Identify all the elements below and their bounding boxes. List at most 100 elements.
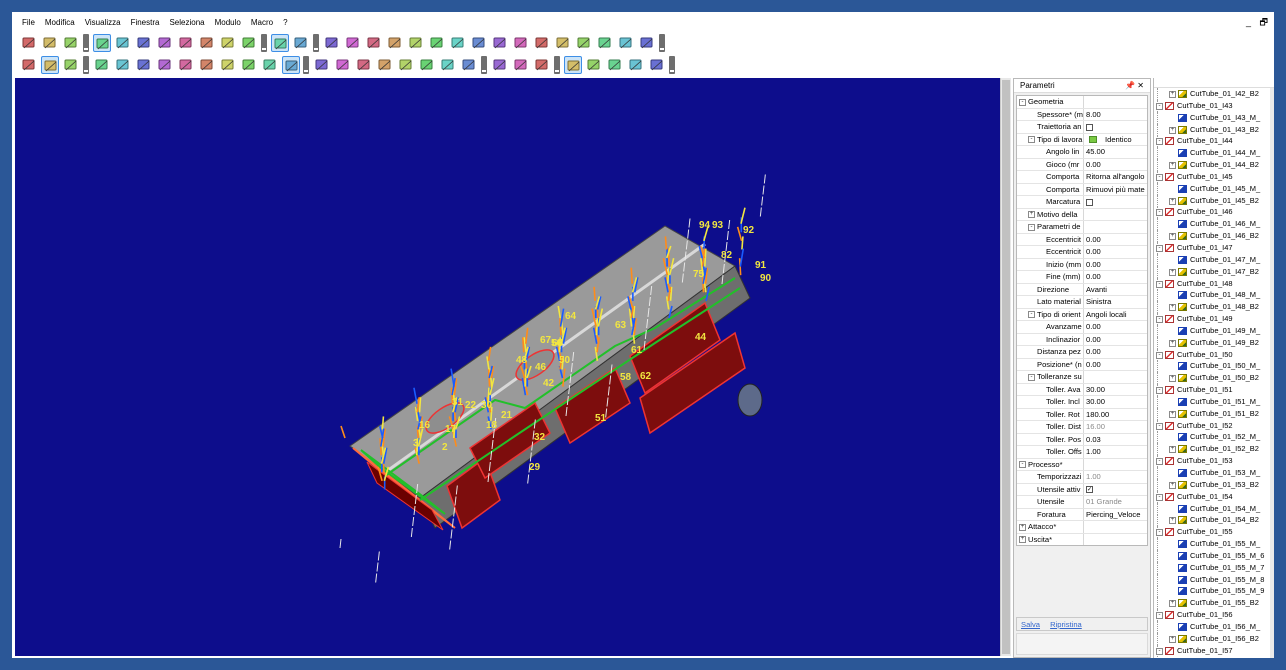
tree-node[interactable]: CutTube_01_I49_M_ — [1154, 324, 1274, 337]
eraser-icon[interactable] — [292, 34, 310, 52]
property-value[interactable]: 30.00 — [1084, 396, 1147, 408]
collapse-icon[interactable]: - — [1028, 311, 1035, 318]
property-row[interactable]: - Parametri de — [1017, 221, 1147, 234]
collapse-icon[interactable]: - — [1019, 98, 1026, 106]
toolbar-grip[interactable] — [83, 34, 89, 52]
save-link[interactable]: Salva — [1021, 620, 1040, 629]
toolbar-grip[interactable] — [659, 34, 665, 52]
tree-node[interactable]: CutTube_01_I48_M_ — [1154, 289, 1274, 302]
property-value[interactable]: Rimuovi più mate — [1084, 184, 1147, 196]
tree-node[interactable]: - CutTube_01_I50 — [1154, 348, 1274, 361]
property-value[interactable] — [1084, 521, 1147, 533]
property-value[interactable] — [1084, 534, 1147, 546]
save-icon[interactable] — [62, 34, 80, 52]
toolbar-grip[interactable] — [261, 34, 267, 52]
expand-icon[interactable]: + — [1169, 304, 1176, 312]
tree-node[interactable]: CutTube_01_I51_M_ — [1154, 395, 1274, 408]
mode-icon[interactable] — [20, 56, 38, 74]
render-icon[interactable] — [617, 34, 635, 52]
pin-close-icons[interactable]: 📌 ✕ — [1125, 81, 1144, 90]
bulb-1-icon[interactable] — [491, 56, 509, 74]
property-row[interactable]: Temporizzazi 1.00 — [1017, 471, 1147, 484]
view-back-icon[interactable] — [449, 34, 467, 52]
tree-node[interactable]: - CutTube_01_I45 — [1154, 170, 1274, 183]
property-value[interactable] — [1084, 459, 1147, 471]
tree-node[interactable]: - CutTube_01_I57 — [1154, 644, 1274, 657]
tree-node[interactable]: + CutTube_01_I54_B2 — [1154, 514, 1274, 527]
tree-node[interactable]: - CutTube_01_I44 — [1154, 135, 1274, 148]
collapse-icon[interactable]: - — [1156, 493, 1163, 501]
bulb-active-2-icon[interactable] — [585, 56, 603, 74]
property-value[interactable]: 16.00 — [1084, 421, 1147, 433]
property-row[interactable]: Direzione Avanti — [1017, 283, 1147, 296]
scrollbar-thumb[interactable] — [1002, 80, 1010, 654]
property-row[interactable]: - Tipo di lavora Identico — [1017, 133, 1147, 146]
bulb-active-4-icon[interactable] — [627, 56, 645, 74]
sort-icon[interactable] — [240, 56, 258, 74]
property-value[interactable] — [1084, 121, 1147, 133]
view-right-icon[interactable] — [491, 34, 509, 52]
restore-button[interactable]: 🗗 — [1260, 17, 1268, 27]
cut-icon[interactable] — [135, 56, 153, 74]
tree-node[interactable]: CutTube_01_I55_M_6 — [1154, 549, 1274, 562]
collapse-icon[interactable]: - — [1156, 422, 1163, 430]
bulb-active-3-icon[interactable] — [606, 56, 624, 74]
toolbar-grip[interactable] — [83, 56, 89, 74]
shape-icon[interactable] — [219, 34, 237, 52]
wrench-icon[interactable] — [439, 56, 457, 74]
stack-icon[interactable] — [397, 56, 415, 74]
collapse-icon[interactable]: - — [1156, 173, 1163, 181]
tree-node[interactable]: CutTube_01_I52_M_ — [1154, 431, 1274, 444]
polyline-icon[interactable] — [198, 34, 216, 52]
property-value[interactable] — [1084, 371, 1147, 383]
checkbox[interactable]: ✓ — [1086, 486, 1093, 493]
tree-node[interactable]: - CutTube_01_I47 — [1154, 241, 1274, 254]
property-row[interactable]: + Attacco* — [1017, 521, 1147, 534]
view-iso-icon[interactable] — [407, 34, 425, 52]
tree-node[interactable]: + CutTube_01_I50_B2 — [1154, 372, 1274, 385]
expand-icon[interactable]: + — [1169, 162, 1176, 170]
property-row[interactable]: Angolo lin 45.00 — [1017, 146, 1147, 159]
property-value[interactable]: 30.00 — [1084, 384, 1147, 396]
tree-node[interactable]: CutTube_01_I55_M_9 — [1154, 585, 1274, 598]
collapse-icon[interactable]: - — [1019, 461, 1026, 468]
expand-icon[interactable]: + — [1169, 635, 1176, 643]
zoom-out-icon[interactable] — [386, 34, 404, 52]
toolbar-grip[interactable] — [669, 56, 675, 74]
tree-node[interactable]: CutTube_01_I53_M_ — [1154, 467, 1274, 479]
property-row[interactable]: Inclinazior 0.00 — [1017, 333, 1147, 346]
tree-node[interactable]: - CutTube_01_I46 — [1154, 206, 1274, 219]
property-value[interactable]: 0.00 — [1084, 246, 1147, 258]
tree-node[interactable]: CutTube_01_I50_M_ — [1154, 360, 1274, 373]
collapse-icon[interactable]: - — [1156, 351, 1163, 359]
mode-active-icon[interactable] — [41, 56, 59, 74]
view-shaded-icon[interactable] — [575, 34, 593, 52]
path-icon[interactable] — [93, 56, 111, 74]
3d-viewport[interactable]: 94 93 92 82 91 75 90 64 63 56 66 67 50 61 44 48 46 58 62 42… — [15, 78, 1000, 656]
property-value[interactable]: 1.00 — [1084, 446, 1147, 458]
tree-node[interactable]: + CutTube_01_I53_B2 — [1154, 478, 1274, 491]
expand-icon[interactable]: + — [1169, 197, 1176, 205]
collapse-icon[interactable]: - — [1156, 612, 1163, 620]
expand-icon[interactable]: + — [1169, 268, 1176, 276]
tree-node[interactable]: CutTube_01_I43_M_ — [1154, 111, 1274, 124]
collapse-icon[interactable]: - — [1156, 458, 1163, 466]
menu-macro[interactable]: Macro — [251, 18, 273, 27]
layer-icon[interactable] — [240, 34, 258, 52]
property-row[interactable]: Spessore* (m 8.00 — [1017, 108, 1147, 121]
property-value[interactable]: Angoli locali — [1084, 309, 1147, 321]
toolbar-grip[interactable] — [554, 56, 560, 74]
check-active-icon[interactable] — [282, 56, 300, 74]
collapse-icon[interactable]: - — [1028, 223, 1035, 231]
tree-node[interactable]: CutTube_01_I47_M_ — [1154, 253, 1274, 266]
property-row[interactable]: Traiettoria an — [1017, 121, 1147, 134]
menu-modifica[interactable]: Modifica — [45, 18, 75, 27]
tree-node[interactable]: + CutTube_01_I55_B2 — [1154, 597, 1274, 610]
property-value[interactable] — [1084, 221, 1147, 233]
property-row[interactable]: Posizione* (n 0.00 — [1017, 358, 1147, 371]
menu-file[interactable]: File — [22, 18, 35, 27]
expand-icon[interactable]: + — [1019, 523, 1026, 531]
bulb-active-5-icon[interactable] — [648, 56, 666, 74]
list-icon[interactable] — [313, 56, 331, 74]
transform-icon[interactable] — [177, 56, 195, 74]
